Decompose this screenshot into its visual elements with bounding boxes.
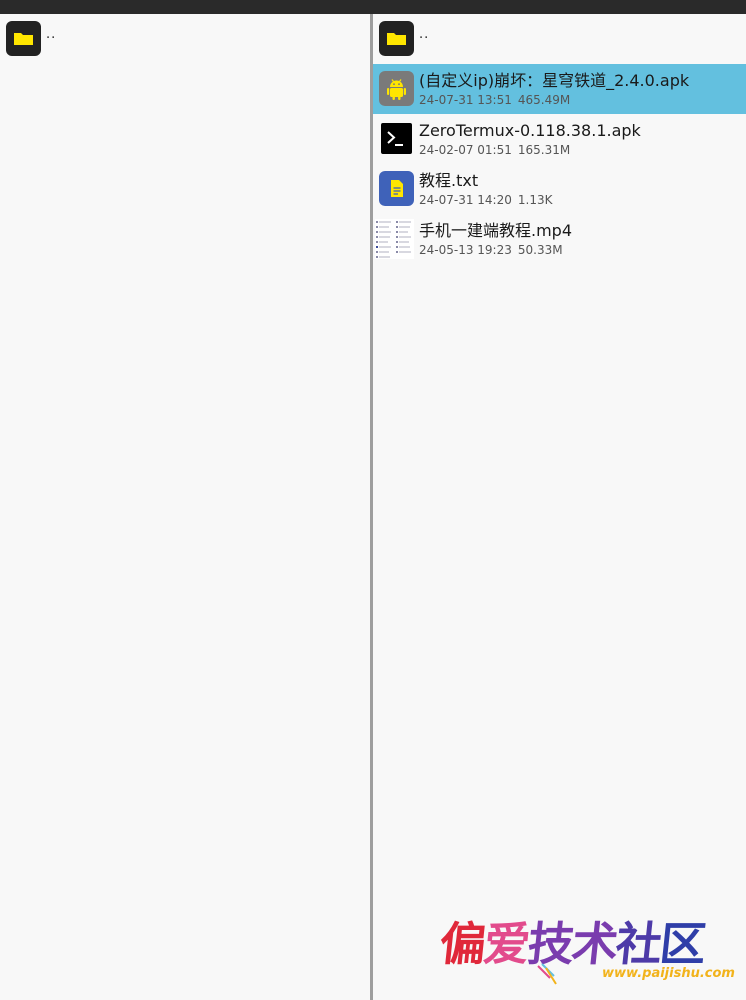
- android-apk-icon: [379, 71, 414, 106]
- watermark-char: 偏: [437, 917, 487, 971]
- file-name: (自定义ip)崩坏：星穹铁道_2.4.0.apk: [419, 71, 690, 90]
- folder-icon: [379, 21, 414, 56]
- parent-directory-row[interactable]: ..: [373, 14, 746, 64]
- file-name: ZeroTermux-0.118.38.1.apk: [419, 121, 641, 140]
- watermark-title: 偏爱技术社区: [437, 917, 707, 971]
- video-thumbnail: [375, 219, 414, 259]
- watermark-char: 爱: [481, 917, 531, 971]
- file-meta: 24-05-13 19:23 50.33M: [419, 243, 563, 257]
- site-watermark: 偏爱技术社区 www.paijishu.com: [437, 917, 740, 990]
- file-row[interactable]: 教程.txt 24-07-31 14:20 1.13K: [373, 164, 746, 214]
- file-date: 24-02-07 01:51: [419, 143, 512, 157]
- file-row[interactable]: (自定义ip)崩坏：星穹铁道_2.4.0.apk 24-07-31 13:51 4…: [373, 64, 746, 114]
- file-size: 465.49M: [517, 93, 571, 107]
- file-size: 1.13K: [517, 193, 553, 207]
- file-meta: 24-07-31 14:20 1.13K: [419, 193, 552, 207]
- terminal-icon: [381, 123, 412, 154]
- file-date: 24-07-31 13:51: [419, 93, 512, 107]
- watermark-char: 社: [613, 917, 663, 971]
- file-size: 165.31M: [517, 143, 571, 157]
- file-meta: 24-07-31 13:51 465.49M: [419, 93, 570, 107]
- file-name: 教程.txt: [419, 171, 479, 190]
- watermark-char: 区: [657, 917, 707, 971]
- text-file-icon: [379, 171, 414, 206]
- sparkle-icon: [537, 963, 557, 985]
- file-size: 50.33M: [517, 243, 563, 257]
- parent-directory-row[interactable]: ..: [0, 14, 370, 64]
- right-file-pane[interactable]: .. (自定义ip)崩坏：星穹铁道_2.4.0.apk 24-07-31 13:…: [373, 14, 746, 1000]
- file-meta: 24-02-07 01:51 165.31M: [419, 143, 570, 157]
- left-file-pane[interactable]: ..: [0, 14, 370, 1000]
- parent-directory-label: ..: [46, 27, 57, 42]
- status-bar: [0, 0, 746, 14]
- watermark-char: 术: [569, 917, 619, 971]
- file-row[interactable]: ZeroTermux-0.118.38.1.apk 24-02-07 01:51…: [373, 114, 746, 164]
- watermark-url: www.paijishu.com: [602, 966, 735, 981]
- parent-directory-label: ..: [419, 27, 430, 42]
- folder-icon: [6, 21, 41, 56]
- file-row[interactable]: 手机一建端教程.mp4 24-05-13 19:23 50.33M: [373, 214, 746, 264]
- file-date: 24-07-31 14:20: [419, 193, 512, 207]
- file-date: 24-05-13 19:23: [419, 243, 512, 257]
- file-name: 手机一建端教程.mp4: [419, 221, 573, 240]
